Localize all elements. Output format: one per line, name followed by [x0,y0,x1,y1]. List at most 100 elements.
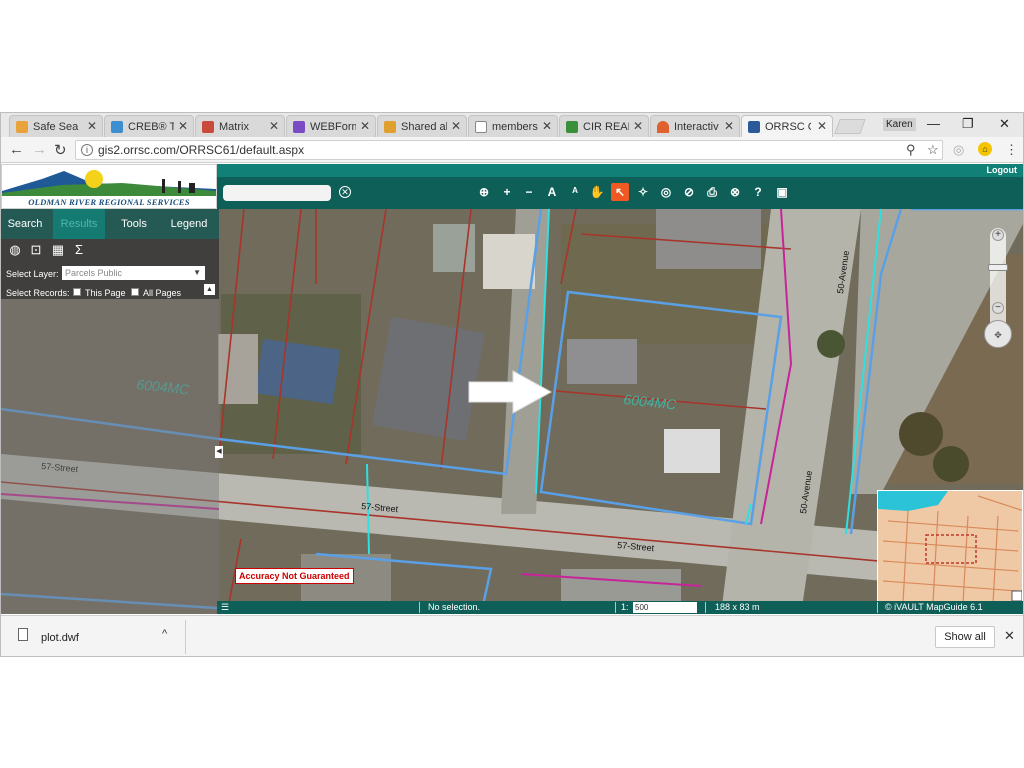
tab-results[interactable]: Results [53,209,105,239]
select-records-label: Select Records: [6,288,70,298]
close-icon[interactable]: ✕ [178,119,188,133]
status-divider [419,602,420,613]
browser-tab[interactable]: CREB® To ✕ [104,115,194,137]
browser-tab[interactable]: Interactiv ✕ [650,115,740,137]
logout-link[interactable]: Logout [987,165,1018,175]
close-icon[interactable]: ✕ [360,119,370,133]
bookmark-star-icon[interactable]: ☆ [927,142,939,158]
help-icon[interactable]: ? [749,183,767,201]
clear-search-icon[interactable]: ✕ [339,186,351,198]
forward-icon[interactable]: → [32,141,47,158]
zoom-out-icon[interactable]: − [520,183,538,201]
close-icon[interactable]: ✕ [817,119,827,133]
tab-label: Shared all [401,120,447,133]
tab-strip: Safe Searc ✕ CREB® To ✕ Matrix ✕ WEBForm… [1,113,1023,138]
rainbow-icon [657,120,669,133]
globe-icon[interactable]: ◍ [7,243,23,257]
download-filename[interactable]: plot.dwf [41,632,79,644]
reload-icon[interactable]: ↻ [54,141,67,159]
status-divider [615,602,616,613]
panel-overlay [1,299,219,614]
browser-tab[interactable]: Shared all ✕ [377,115,467,137]
browser-tab[interactable]: Safe Searc ✕ [9,115,103,137]
window-close-icon[interactable]: ✕ [999,116,1010,132]
chevron-up-icon[interactable]: ^ [162,628,167,640]
toolbar-strip [217,164,1023,177]
collapse-up-icon[interactable]: ▲ [204,284,215,295]
this-page-checkbox[interactable] [73,288,81,296]
zoom-out-button[interactable]: − [992,302,1004,314]
map-toolbar: Logout ✕ ⊕ + − A ᴬ ✋ ↖ ✧ ◎ ⊘ ⎙ ⊗ ? ▣ [217,164,1023,209]
show-all-button[interactable]: Show all [935,626,995,648]
selection-status: No selection. [428,602,481,612]
results-panel: ◍ ⊡ ▦ Σ Select Layer: Parcels Public ▼ S… [1,239,219,299]
zoom-in-button[interactable]: + [992,229,1004,241]
close-icon[interactable]: ✕ [542,119,552,133]
zoom-thumb[interactable] [988,264,1008,271]
zoom-icon[interactable]: ⚲ [906,142,916,158]
report-icon[interactable]: ⊡ [28,243,44,257]
pan-hand-icon[interactable]: ✋ [588,183,606,201]
overview-map[interactable] [877,490,1023,602]
scale-input[interactable]: 500 [633,602,697,613]
all-pages-checkbox[interactable] [131,288,139,296]
status-bar: ☰ No selection. 1: 500 188 x 83 m © iVAU… [217,601,1023,614]
tab-label: WEBForm [310,120,356,133]
tab-tools[interactable]: Tools [109,209,159,239]
browser-tab[interactable]: CIR REALT ✕ [559,115,649,137]
profile-button[interactable]: Karen [883,118,916,131]
panel-tabs: Search Results Tools Legend [1,209,219,239]
zoom-next-icon[interactable]: ᴬ [566,183,584,201]
select-polygon-icon[interactable]: ✧ [634,183,652,201]
select-layer-dropdown[interactable]: Parcels Public ▼ [62,266,205,280]
status-menu-icon[interactable]: ☰ [221,602,229,613]
close-tool-icon[interactable]: ⊗ [726,183,744,201]
download-bar: plot.dwf ^ Show all ✕ [1,615,1023,656]
back-icon[interactable]: ← [9,141,24,158]
select-radius-icon[interactable]: ◎ [657,183,675,201]
sum-icon[interactable]: Σ [71,243,87,257]
logo-mountains-icon [2,170,216,196]
extension-icon[interactable]: ◎ [953,142,964,158]
tab-legend[interactable]: Legend [163,209,215,239]
browser-tab-active[interactable]: ORRSC GI ✕ [741,115,833,138]
browser-tab[interactable]: members ✕ [468,115,558,137]
download-divider [185,620,186,654]
browser-tab[interactable]: Matrix ✕ [195,115,285,137]
new-tab-button[interactable] [834,119,866,134]
pan-control-icon[interactable]: ✥ [984,320,1012,348]
home-extension-icon[interactable]: ⌂ [978,142,992,156]
print-icon[interactable]: ⎙ [703,183,721,201]
minimize-icon[interactable]: — [927,116,940,131]
menu-icon[interactable]: ⋮ [1005,142,1018,158]
browser-tab[interactable]: WEBForm ✕ [286,115,376,137]
close-icon[interactable]: ✕ [1004,628,1015,644]
panel-toggle-icon[interactable]: ◀ [215,446,223,458]
check-icon [16,120,28,133]
zoom-track[interactable] [990,228,1006,330]
info-icon[interactable]: i [81,144,93,156]
map-search-input[interactable] [223,185,331,201]
credit-text: © iVAULT MapGuide 6.1 [885,602,983,612]
restore-icon[interactable]: ❐ [962,116,974,132]
close-icon[interactable]: ✕ [724,119,734,133]
close-icon[interactable]: ✕ [87,119,97,133]
zoom-previous-icon[interactable]: A [543,183,561,201]
grid-icon[interactable]: ▦ [50,243,66,257]
select-layer-label: Select Layer: [6,269,59,279]
url-input[interactable]: i gis2.orrsc.com/ORRSC61/default.aspx [75,140,943,160]
all-pages-label: All Pages [143,288,182,298]
close-icon[interactable]: ✕ [269,119,279,133]
zoom-slider[interactable]: + − ✥ [982,212,1014,354]
close-icon[interactable]: ✕ [633,119,643,133]
cir-icon [566,120,578,133]
display-icon[interactable]: ▣ [773,183,791,201]
page-icon [475,120,487,133]
tab-search[interactable]: Search [1,209,49,239]
clear-selection-icon[interactable]: ⊘ [680,183,698,201]
close-icon[interactable]: ✕ [451,119,461,133]
zoom-rectangle-icon[interactable]: ⊕ [475,183,493,201]
select-arrow-icon[interactable]: ↖ [611,183,629,201]
map-extent: 188 x 83 m [715,602,760,612]
zoom-in-icon[interactable]: + [498,183,516,201]
